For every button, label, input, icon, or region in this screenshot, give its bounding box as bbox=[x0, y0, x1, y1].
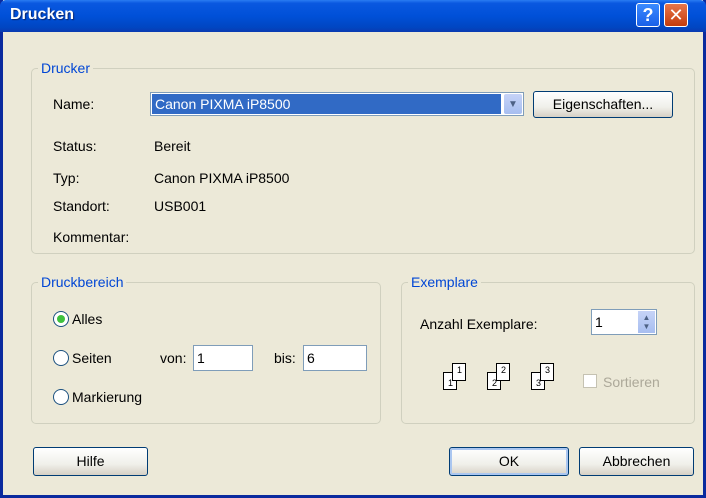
close-icon[interactable]: ✕ bbox=[664, 3, 688, 27]
radio-selection-label: Markierung bbox=[72, 389, 143, 405]
page-icon: 1 bbox=[452, 363, 466, 381]
radio-all-label: Alles bbox=[72, 311, 103, 327]
help-icon[interactable]: ? bbox=[636, 3, 660, 27]
type-value: Canon PIXMA iP8500 bbox=[154, 170, 290, 186]
print-dialog: Drucken ? ✕ Drucker Name: Canon PIXMA iP… bbox=[0, 0, 706, 498]
title-bar: Drucken ? ✕ bbox=[0, 0, 706, 32]
copies-count-spinner[interactable]: 1 ▲ ▼ bbox=[591, 309, 657, 335]
page-icon: 3 bbox=[540, 363, 554, 381]
comment-label: Kommentar: bbox=[53, 229, 130, 245]
collate-label: Sortieren bbox=[603, 374, 660, 390]
collate-checkbox[interactable] bbox=[583, 374, 597, 388]
location-label: Standort: bbox=[53, 198, 110, 214]
window-title: Drucken bbox=[10, 6, 75, 23]
help-button[interactable]: Hilfe bbox=[33, 447, 148, 476]
from-input[interactable]: 1 bbox=[193, 345, 253, 371]
print-range-title: Druckbereich bbox=[38, 274, 127, 290]
ok-button[interactable]: OK bbox=[449, 447, 569, 476]
copies-count-label: Anzahl Exemplare: bbox=[420, 316, 538, 332]
printer-name-value: Canon PIXMA iP8500 bbox=[152, 94, 501, 114]
radio-pages-label: Seiten bbox=[72, 350, 112, 366]
radio-selection-button[interactable] bbox=[53, 389, 69, 405]
printer-name-select[interactable]: Canon PIXMA iP8500 ▼ bbox=[150, 92, 524, 116]
status-label: Status: bbox=[53, 138, 97, 154]
chevron-down-icon[interactable]: ▼ bbox=[504, 94, 522, 114]
radio-all[interactable]: Alles bbox=[53, 311, 102, 327]
status-value: Bereit bbox=[154, 138, 191, 154]
spinner-arrows-icon[interactable]: ▲ ▼ bbox=[638, 311, 655, 333]
radio-pages[interactable]: Seiten bbox=[53, 350, 112, 366]
radio-all-button[interactable] bbox=[53, 311, 69, 327]
radio-selection[interactable]: Markierung bbox=[53, 389, 142, 405]
from-label: von: bbox=[160, 350, 187, 366]
location-value: USB001 bbox=[154, 198, 207, 214]
cancel-button[interactable]: Abbrechen bbox=[579, 447, 694, 476]
printer-name-label: Name: bbox=[53, 96, 95, 112]
properties-button[interactable]: Eigenschaften... bbox=[533, 91, 673, 118]
copies-count-value: 1 bbox=[595, 314, 603, 330]
copies-group-title: Exemplare bbox=[408, 274, 481, 290]
type-label: Typ: bbox=[53, 170, 80, 186]
to-label: bis: bbox=[274, 350, 296, 366]
to-input[interactable]: 6 bbox=[303, 345, 367, 371]
radio-pages-button[interactable] bbox=[53, 350, 69, 366]
radio-selected-dot bbox=[57, 315, 65, 323]
printer-group-title: Drucker bbox=[38, 60, 94, 76]
copies-group: Exemplare bbox=[401, 274, 695, 424]
page-icon: 2 bbox=[496, 363, 510, 381]
dialog-body: Drucker Name: Canon PIXMA iP8500 ▼ Eigen… bbox=[3, 32, 703, 495]
